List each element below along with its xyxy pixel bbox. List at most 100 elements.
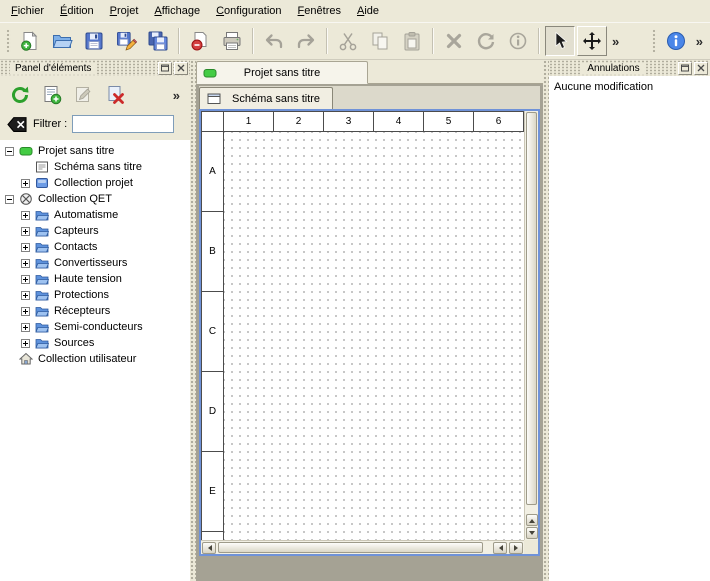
float-undo-panel-button[interactable] (678, 62, 692, 75)
tree-item-capteurs[interactable]: Capteurs (0, 223, 190, 239)
project-tab-label: Projet sans titre (244, 67, 320, 79)
horizontal-scrollbar[interactable] (201, 540, 524, 554)
horizontal-scroll-track[interactable] (218, 542, 491, 553)
close-project-button[interactable] (185, 26, 215, 56)
panel-overflow-chevron[interactable] (169, 88, 184, 103)
about-button[interactable] (661, 26, 691, 56)
tree-item-project[interactable]: Projet sans titre (0, 143, 190, 159)
scroll-right-button[interactable] (509, 542, 523, 554)
paste-button[interactable] (397, 26, 427, 56)
column-header-cell: 6 (474, 112, 524, 131)
expand-icon[interactable] (21, 307, 30, 316)
undo-panel-title: Annulations (582, 63, 644, 74)
expand-icon[interactable] (21, 291, 30, 300)
save-button[interactable] (79, 26, 109, 56)
clear-filter-button[interactable] (6, 116, 28, 133)
edit-element-button[interactable] (70, 81, 98, 109)
redo-button[interactable] (291, 26, 321, 56)
menu-configuration[interactable]: Configuration (208, 2, 289, 20)
collapse-icon[interactable] (5, 195, 14, 204)
tree-item-contacts[interactable]: Contacts (0, 239, 190, 255)
move-mode-button[interactable] (577, 26, 607, 56)
expand-icon[interactable] (21, 339, 30, 348)
menu-projet[interactable]: Projet (102, 2, 147, 20)
help-toolbar-handle[interactable] (652, 29, 657, 53)
tree-item-qet-collection[interactable]: Collection QET (0, 191, 190, 207)
tab-diagram[interactable]: Schéma sans titre (199, 87, 333, 109)
undo-icon (263, 30, 285, 52)
tree-item-diagram[interactable]: Schéma sans titre (0, 159, 190, 175)
tree-item-recepteurs[interactable]: Récepteurs (0, 303, 190, 319)
new-element-icon (41, 84, 63, 106)
open-project-button[interactable] (47, 26, 77, 56)
close-undo-panel-button[interactable] (694, 62, 708, 75)
toolbar-separator (432, 28, 434, 54)
save-as-button[interactable] (111, 26, 141, 56)
float-panel-button[interactable] (158, 62, 172, 75)
tree-item-user-collection[interactable]: Collection utilisateur (0, 351, 190, 367)
delete-button[interactable] (439, 26, 469, 56)
rotate-button[interactable] (471, 26, 501, 56)
expand-icon[interactable] (21, 211, 30, 220)
copy-button[interactable] (365, 26, 395, 56)
toolbar-overflow-chevron[interactable] (608, 34, 623, 49)
tree-item-automatisme[interactable]: Automatisme (0, 207, 190, 223)
expand-icon[interactable] (21, 259, 30, 268)
tree-item-sources[interactable]: Sources (0, 335, 190, 351)
folder-icon (35, 304, 49, 318)
tree-item-semi-conducteurs[interactable]: Semi-conducteurs (0, 319, 190, 335)
menubar: Fichier Édition Projet Affichage Configu… (0, 0, 710, 22)
new-project-button[interactable] (15, 26, 45, 56)
tree-item-label: Haute tension (54, 273, 122, 285)
print-button[interactable] (217, 26, 247, 56)
new-element-button[interactable] (38, 81, 66, 109)
reload-collections-button[interactable] (6, 81, 34, 109)
move-arrows-icon (581, 30, 603, 52)
menu-fichier[interactable]: Fichier (3, 2, 52, 20)
tree-item-label: Contacts (54, 241, 97, 253)
scroll-left-button-2[interactable] (493, 542, 507, 554)
select-mode-button[interactable] (545, 26, 575, 56)
horizontal-scroll-thumb[interactable] (218, 542, 483, 553)
expand-icon[interactable] (21, 243, 30, 252)
tree-item-convertisseurs[interactable]: Convertisseurs (0, 255, 190, 271)
expand-icon[interactable] (21, 323, 30, 332)
elements-panel-titlebar: Panel d'éléments (0, 60, 190, 76)
cut-button[interactable] (333, 26, 363, 56)
menu-edition[interactable]: Édition (52, 2, 102, 20)
folder-icon (35, 240, 49, 254)
elements-panel-toolbar (0, 76, 190, 114)
scroll-up-button[interactable] (526, 514, 538, 526)
help-overflow-chevron[interactable] (692, 34, 707, 49)
undo-list-item[interactable]: Aucune modification (552, 79, 707, 94)
menu-aide[interactable]: Aide (349, 2, 387, 20)
filter-input[interactable] (72, 115, 174, 133)
tree-item-protections[interactable]: Protections (0, 287, 190, 303)
expand-icon[interactable] (21, 227, 30, 236)
undo-button[interactable] (259, 26, 289, 56)
close-panel-button[interactable] (174, 62, 188, 75)
expand-icon[interactable] (21, 179, 30, 188)
toolbar-separator (178, 28, 180, 54)
vertical-scroll-thumb[interactable] (526, 112, 537, 505)
diagram-canvas[interactable] (224, 132, 524, 540)
conductor-info-button[interactable] (503, 26, 533, 56)
vertical-scrollbar[interactable] (524, 111, 538, 540)
toolbar-handle[interactable] (6, 29, 11, 53)
tree-item-haute-tension[interactable]: Haute tension (0, 271, 190, 287)
expand-icon[interactable] (21, 275, 30, 284)
scroll-left-button[interactable] (202, 542, 216, 554)
save-as-icon (115, 30, 137, 52)
toolbar-separator (538, 28, 540, 54)
menu-fenetres[interactable]: Fenêtres (290, 2, 349, 20)
elements-panel-title: Panel d'éléments (10, 63, 96, 74)
collapse-icon[interactable] (5, 147, 14, 156)
tab-project[interactable]: Projet sans titre (196, 61, 368, 84)
scroll-down-button[interactable] (526, 527, 538, 539)
new-document-icon (19, 30, 41, 52)
vertical-scroll-track[interactable] (526, 112, 537, 513)
save-all-button[interactable] (143, 26, 173, 56)
menu-affichage[interactable]: Affichage (146, 2, 208, 20)
tree-item-project-collection[interactable]: Collection projet (0, 175, 190, 191)
delete-element-button[interactable] (102, 81, 130, 109)
